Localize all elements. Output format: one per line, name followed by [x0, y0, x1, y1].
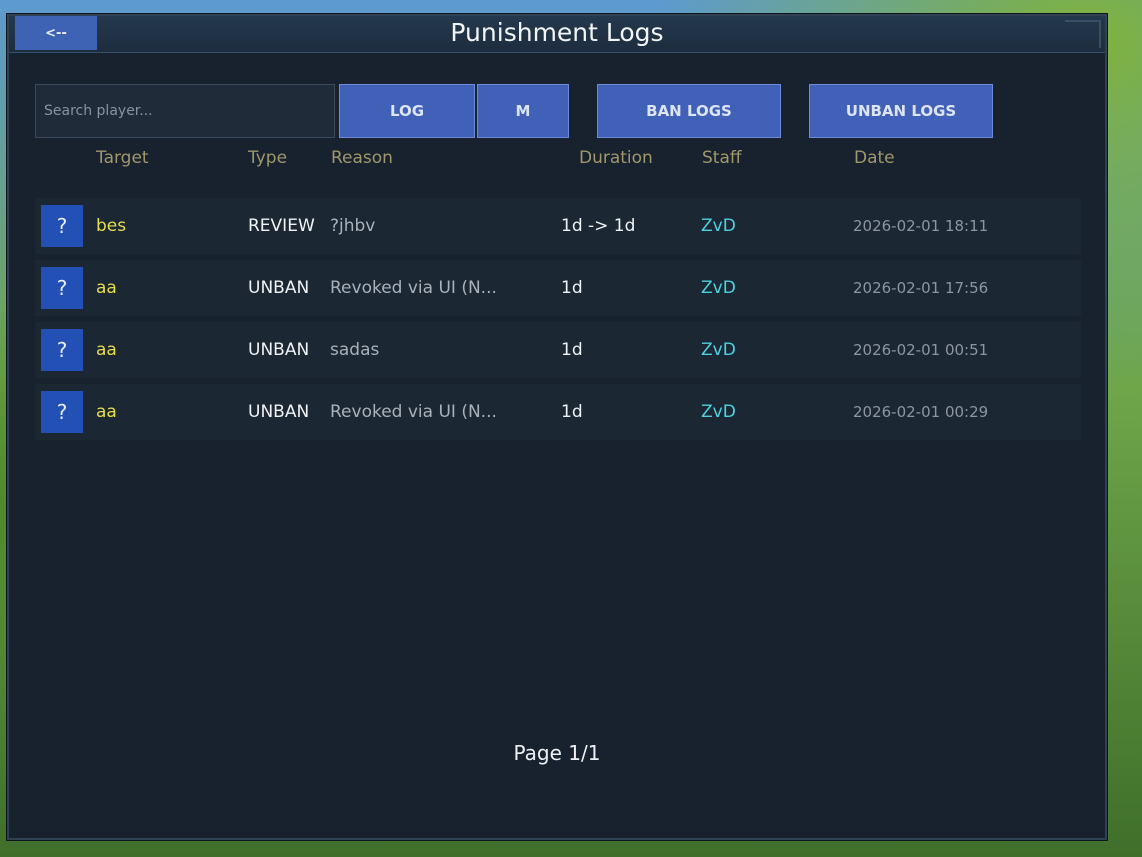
row-target: bes — [96, 216, 127, 236]
row-date: 2026-02-01 00:29 — [853, 403, 989, 421]
search-player-input[interactable] — [35, 84, 335, 138]
row-duration: 1d — [561, 278, 583, 298]
table-row: ? aa UNBAN Revoked via UI (N... 1d ZvD 2… — [35, 260, 1081, 316]
row-staff: ZvD — [701, 340, 736, 360]
row-type: REVIEW — [248, 216, 315, 236]
header-staff: Staff — [702, 148, 742, 168]
row-target: aa — [96, 402, 117, 422]
row-date: 2026-02-01 00:51 — [853, 341, 989, 359]
row-duration: 1d -> 1d — [561, 216, 636, 236]
info-icon[interactable]: ? — [41, 391, 83, 433]
row-duration: 1d — [561, 340, 583, 360]
row-staff: ZvD — [701, 278, 736, 298]
header-date: Date — [854, 148, 895, 168]
row-type: UNBAN — [248, 278, 310, 298]
info-icon[interactable]: ? — [41, 329, 83, 371]
row-staff: ZvD — [701, 216, 736, 236]
row-type: UNBAN — [248, 402, 310, 422]
log-button[interactable]: LOG — [339, 84, 475, 138]
row-type: UNBAN — [248, 340, 310, 360]
table-row: ? aa UNBAN sadas 1d ZvD 2026-02-01 00:51 — [35, 322, 1081, 378]
row-staff: ZvD — [701, 402, 736, 422]
header-reason: Reason — [331, 148, 393, 168]
row-reason: Revoked via UI (N... — [330, 402, 497, 422]
m-button[interactable]: M — [477, 84, 569, 138]
row-duration: 1d — [561, 402, 583, 422]
corner-ornament-icon — [1065, 20, 1101, 48]
pagination-label: Page 1/1 — [513, 741, 601, 765]
row-date: 2026-02-01 18:11 — [853, 217, 989, 235]
window-title: Punishment Logs — [450, 18, 664, 47]
info-icon[interactable]: ? — [41, 205, 83, 247]
punishment-logs-window: <-- Punishment Logs LOG M BAN LOGS UNBAN… — [7, 14, 1107, 840]
row-target: aa — [96, 278, 117, 298]
info-icon[interactable]: ? — [41, 267, 83, 309]
row-reason: ?jhbv — [330, 216, 376, 236]
row-reason: Revoked via UI (N... — [330, 278, 497, 298]
header-target: Target — [96, 148, 149, 168]
table-row: ? aa UNBAN Revoked via UI (N... 1d ZvD 2… — [35, 384, 1081, 440]
row-reason: sadas — [330, 340, 380, 360]
row-target: aa — [96, 340, 117, 360]
header-duration: Duration — [579, 148, 653, 168]
unban-logs-button[interactable]: UNBAN LOGS — [809, 84, 993, 138]
ban-logs-button[interactable]: BAN LOGS — [597, 84, 781, 138]
table-row: ? bes REVIEW ?jhbv 1d -> 1d ZvD 2026-02-… — [35, 198, 1081, 254]
title-bar: <-- Punishment Logs — [9, 16, 1105, 53]
header-type: Type — [248, 148, 288, 168]
row-date: 2026-02-01 17:56 — [853, 279, 989, 297]
